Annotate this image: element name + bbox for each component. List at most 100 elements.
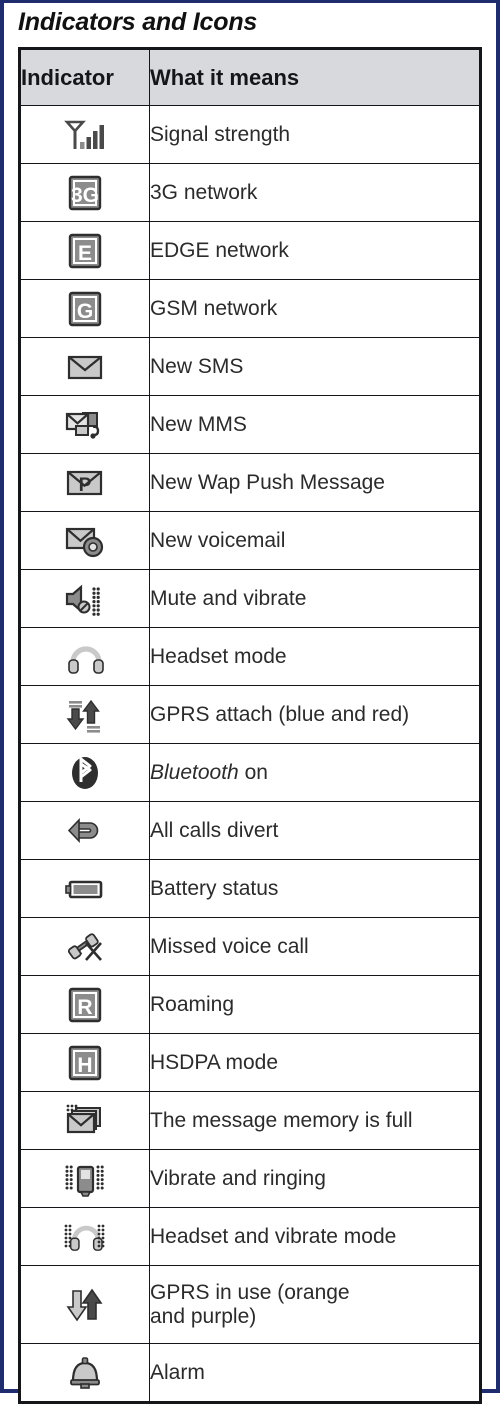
indicator-icon-cell	[20, 511, 150, 570]
table-row: Headset mode	[20, 627, 480, 686]
table-row: H HSDPA mode	[20, 1033, 480, 1092]
gprs-attach-icon	[62, 695, 108, 735]
indicator-icon-cell	[20, 1265, 150, 1344]
indicator-icon-cell	[20, 1207, 150, 1266]
indicator-meaning-cell: EDGE network	[149, 221, 480, 280]
indicator-meaning-cell: 3G network	[149, 163, 480, 222]
indicator-icon-cell: H	[20, 1033, 150, 1092]
table-row: G GSM network	[20, 279, 480, 338]
3g-network-icon: 3G	[62, 173, 108, 213]
indicators-table-container: Indicator What it means Signal strength …	[18, 47, 482, 1404]
table-row: New MMS	[20, 395, 480, 454]
indicator-icon-cell	[20, 105, 150, 164]
table-row: Vibrate and ringing	[20, 1149, 480, 1208]
gprs-in-use-icon	[62, 1285, 108, 1325]
page-root: Indicators and Icons Indicator What it m…	[0, 0, 500, 1404]
roaming-icon: R	[62, 985, 108, 1025]
table-row: Signal strength	[20, 105, 480, 164]
indicator-icon-cell: G	[20, 279, 150, 338]
table-row: Bluetooth on	[20, 743, 480, 802]
indicator-icon-cell	[20, 1149, 150, 1208]
table-header-row: Indicator What it means	[20, 49, 480, 106]
table-row: 3G 3G network	[20, 163, 480, 222]
indicator-meaning-cell: The message memory is full	[149, 1091, 480, 1150]
indicator-meaning-cell: New SMS	[149, 337, 480, 396]
table-row: E EDGE network	[20, 221, 480, 280]
hsdpa-icon: H	[62, 1043, 108, 1083]
indicator-meaning-cell: Headset and vibrate mode	[149, 1207, 480, 1266]
indicator-meaning-cell: New voicemail	[149, 511, 480, 570]
call-divert-icon	[62, 811, 108, 851]
message-memory-full-icon	[62, 1101, 108, 1141]
bluetooth-icon	[62, 753, 108, 793]
new-voicemail-icon	[62, 521, 108, 561]
table-row: Mute and vibrate	[20, 569, 480, 628]
indicator-meaning-cell: HSDPA mode	[149, 1033, 480, 1092]
indicator-icon-cell: R	[20, 975, 150, 1034]
indicator-meaning-cell: Battery status	[149, 859, 480, 918]
table-row: P New Wap Push Message	[20, 453, 480, 512]
indicator-meaning-cell: New MMS	[149, 395, 480, 454]
indicator-meaning-cell: GPRS in use (orange and purple)	[149, 1265, 480, 1344]
indicator-icon-cell	[20, 569, 150, 628]
indicator-icon-cell	[20, 685, 150, 744]
indicator-meaning-cell: All calls divert	[149, 801, 480, 860]
indicator-icon-cell: P	[20, 453, 150, 512]
battery-icon	[62, 869, 108, 909]
indicator-meaning-cell: Signal strength	[149, 105, 480, 164]
table-row: New voicemail	[20, 511, 480, 570]
vibrate-ringing-icon	[62, 1159, 108, 1199]
column-header-meaning: What it means	[149, 49, 480, 106]
headset-vibrate-icon	[62, 1217, 108, 1257]
indicator-meaning-cell: GPRS attach (blue and red)	[149, 685, 480, 744]
svg-text:R: R	[77, 996, 92, 1019]
edge-network-icon: E	[62, 231, 108, 271]
new-sms-icon	[62, 347, 108, 387]
table-row: R Roaming	[20, 975, 480, 1034]
title-bar: Indicators and Icons	[4, 3, 496, 47]
missed-call-icon	[62, 927, 108, 967]
table-row: Battery status	[20, 859, 480, 918]
indicator-icon-cell	[20, 1091, 150, 1150]
page-title: Indicators and Icons	[18, 8, 258, 36]
indicators-table: Indicator What it means Signal strength …	[20, 49, 480, 1402]
indicator-meaning-cell: Roaming	[149, 975, 480, 1034]
svg-text:H: H	[77, 1054, 92, 1077]
table-row: New SMS	[20, 337, 480, 396]
table-body: Signal strength 3G 3G network E EDGE net…	[20, 105, 480, 1402]
indicator-icon-cell	[20, 395, 150, 454]
indicator-icon-cell	[20, 859, 150, 918]
indicator-icon-cell	[20, 337, 150, 396]
indicator-icon-cell: 3G	[20, 163, 150, 222]
indicator-icon-cell	[20, 627, 150, 686]
indicator-meaning-cell: Vibrate and ringing	[149, 1149, 480, 1208]
indicator-icon-cell: E	[20, 221, 150, 280]
signal-strength-icon	[62, 115, 108, 155]
svg-text:3G: 3G	[71, 184, 99, 207]
gsm-network-icon: G	[62, 289, 108, 329]
meaning-text: on	[238, 760, 268, 784]
table-row: Missed voice call	[20, 917, 480, 976]
headset-icon	[62, 637, 108, 677]
alarm-icon	[62, 1353, 108, 1393]
column-header-indicator: Indicator	[20, 49, 150, 106]
indicator-meaning-cell: Bluetooth on	[149, 743, 480, 802]
table-row: All calls divert	[20, 801, 480, 860]
indicator-meaning-cell: Missed voice call	[149, 917, 480, 976]
indicator-icon-cell	[20, 917, 150, 976]
mute-vibrate-icon	[62, 579, 108, 619]
table-row: Headset and vibrate mode	[20, 1207, 480, 1266]
new-wap-push-icon: P	[62, 463, 108, 503]
indicator-meaning-cell: Mute and vibrate	[149, 569, 480, 628]
indicator-icon-cell	[20, 743, 150, 802]
indicator-meaning-cell: New Wap Push Message	[149, 453, 480, 512]
table-row: GPRS in use (orange and purple)	[20, 1265, 480, 1344]
svg-text:G: G	[77, 300, 93, 323]
indicator-meaning-cell: Headset mode	[149, 627, 480, 686]
svg-text:E: E	[78, 242, 92, 265]
svg-text:P: P	[79, 475, 92, 496]
indicator-icon-cell	[20, 801, 150, 860]
indicator-meaning-cell: GSM network	[149, 279, 480, 338]
emphasised-term: Bluetooth	[150, 760, 239, 784]
table-row: The message memory is full	[20, 1091, 480, 1150]
